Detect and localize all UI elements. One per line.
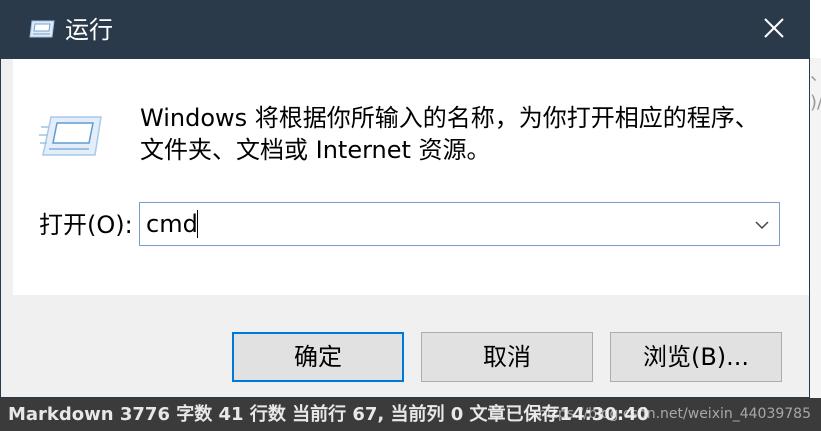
- text-cursor: [197, 210, 198, 238]
- close-button[interactable]: [749, 7, 799, 53]
- open-combobox[interactable]: [139, 202, 780, 246]
- cancel-button[interactable]: 取消: [421, 332, 593, 382]
- run-dialog: 运行 Windows 将根据你所输入的名称，为你打开相应的程序、 文件夹、文档或…: [0, 0, 810, 398]
- open-label: 打开(O):: [39, 211, 133, 239]
- chevron-down-icon: [755, 215, 769, 234]
- dialog-description: Windows 将根据你所输入的名称，为你打开相应的程序、 文件夹、文档或 In…: [140, 102, 780, 166]
- dropdown-button[interactable]: [751, 213, 773, 235]
- description-line-2: 文件夹、文档或 Internet 资源。: [140, 136, 491, 164]
- dialog-title: 运行: [65, 16, 113, 44]
- open-input[interactable]: [146, 208, 736, 240]
- run-app-icon: [28, 19, 56, 39]
- background-status-bar: Markdown 3776 字数 41 行数 当前行 67, 当前列 0 文章已…: [0, 398, 821, 431]
- run-icon: [39, 113, 105, 159]
- watermark: https://blog.csdn.net/weixin_44039785: [537, 406, 811, 422]
- ok-button[interactable]: 确定: [232, 332, 404, 382]
- description-line-1: Windows 将根据你所输入的名称，为你打开相应的程序、: [140, 104, 759, 132]
- title-bar[interactable]: 运行: [1, 1, 809, 59]
- close-icon: [764, 18, 784, 42]
- browse-button[interactable]: 浏览(B)...: [610, 332, 782, 382]
- dialog-content: [13, 59, 809, 295]
